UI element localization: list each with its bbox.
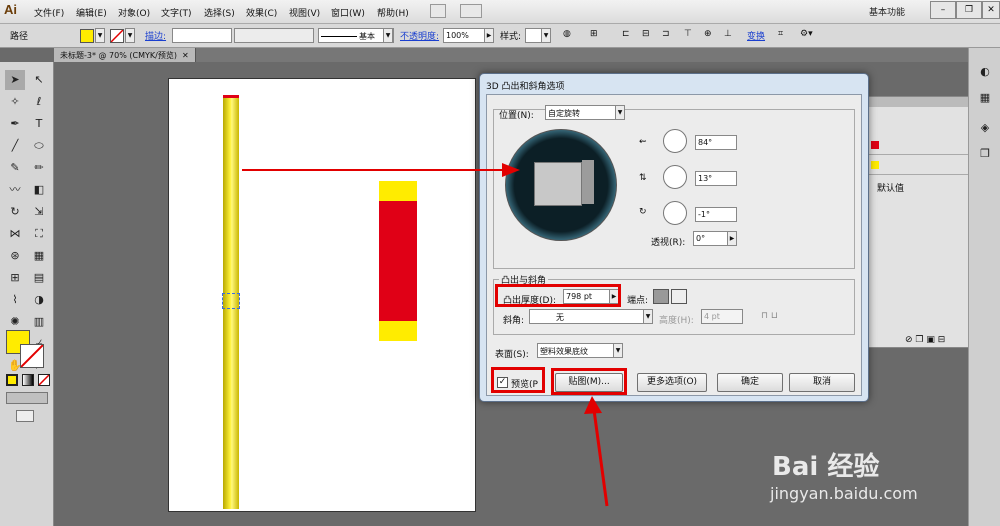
- baidu-watermark-url: jingyan.baidu.com: [770, 484, 918, 503]
- arrow-head-up: [584, 396, 602, 414]
- arrow-to-map-button: [592, 409, 609, 507]
- baidu-watermark: Bai 经验: [772, 452, 880, 482]
- arrow-head-right: [502, 163, 520, 177]
